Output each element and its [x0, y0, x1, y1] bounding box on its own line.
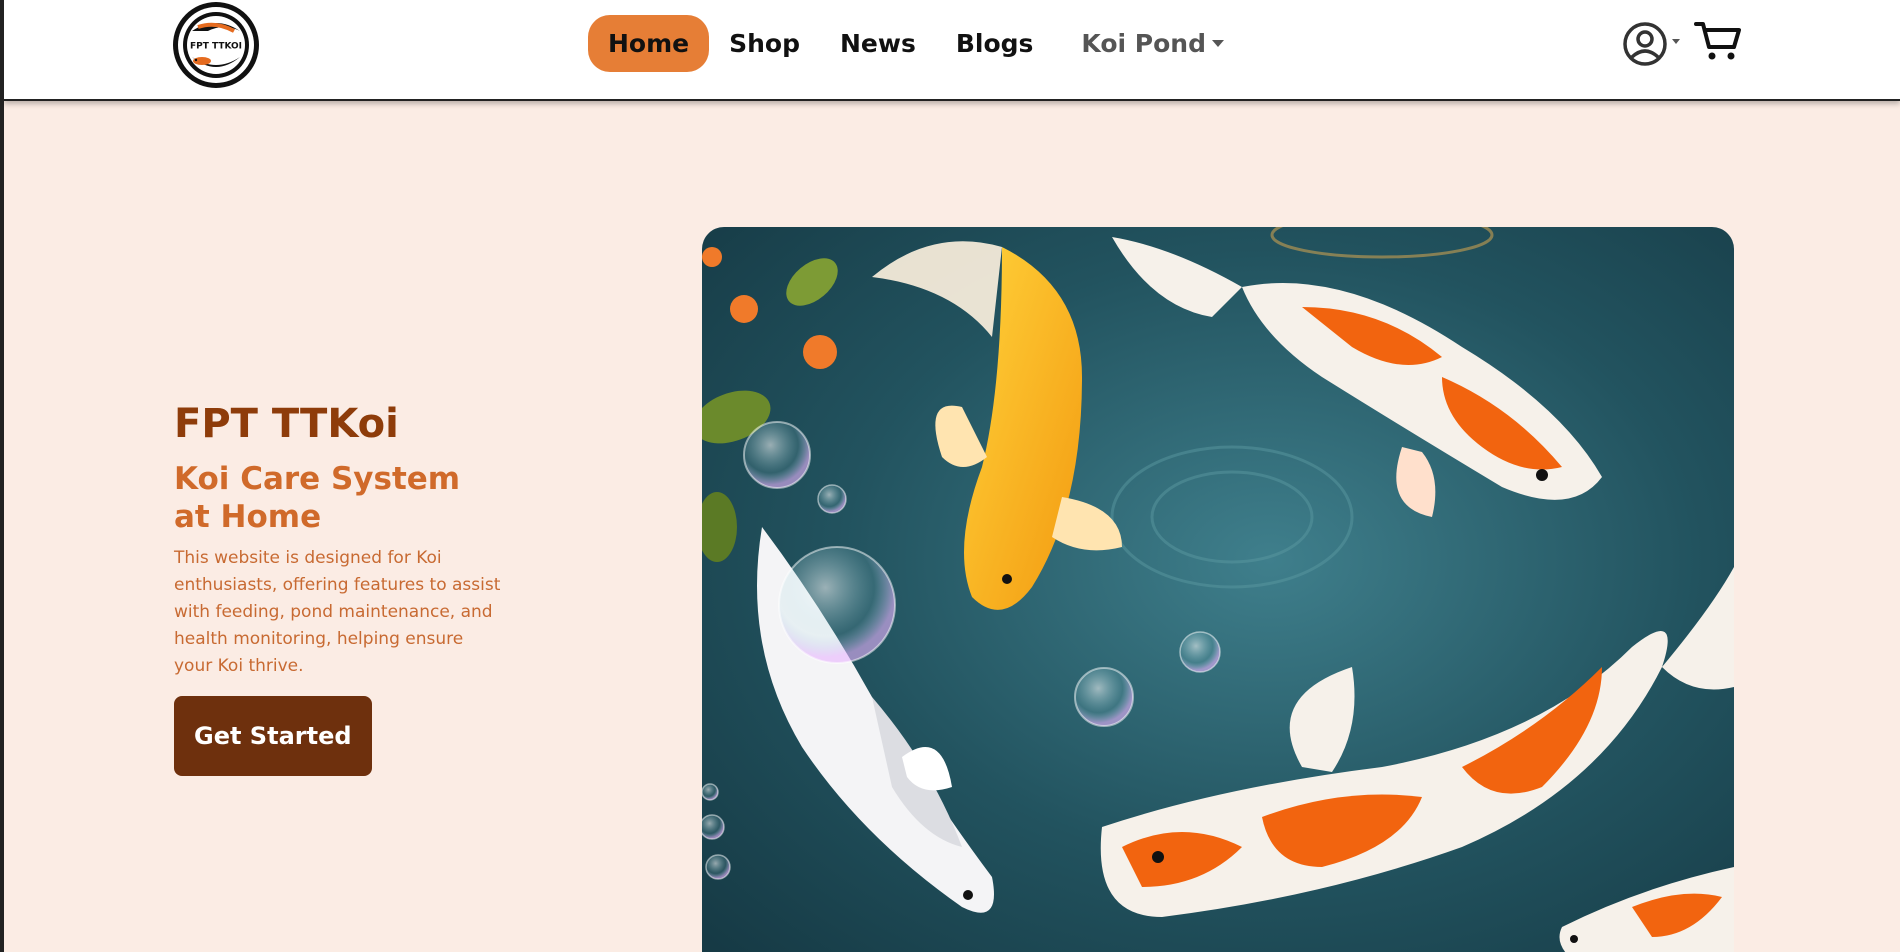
hero-subtitle: Koi Care System at Home [174, 461, 461, 535]
koi-logo-icon: FPT TTKOI [173, 2, 259, 88]
hero-description: This website is designed for Koi enthusi… [174, 547, 501, 676]
shopping-cart-icon [1694, 22, 1741, 60]
hero-section: FPT TTKoi Koi Care System at Home This w… [4, 101, 1900, 952]
nav-koi-pond-label: Koi Pond [1081, 29, 1206, 58]
koi-fish-illustration [702, 227, 1734, 952]
top-navbar: FPT TTKOI Home Shop News Blogs Koi Pond [4, 0, 1900, 101]
nav-home[interactable]: Home [588, 15, 710, 72]
site-logo[interactable]: FPT TTKOI [172, 1, 260, 89]
svg-text:FPT TTKOI: FPT TTKOI [190, 42, 242, 52]
main-nav: Home Shop News Blogs Koi Pond [588, 15, 1244, 72]
chevron-down-icon [1672, 38, 1680, 44]
hero-text: FPT TTKoi Koi Care System at Home This w… [174, 401, 504, 776]
cart-button[interactable] [1694, 20, 1742, 62]
user-circle-icon [1623, 22, 1667, 66]
nav-news[interactable]: News [820, 15, 936, 72]
hero-title: FPT TTKoi [174, 401, 399, 447]
nav-blogs[interactable]: Blogs [936, 15, 1054, 72]
user-menu-button[interactable] [1622, 20, 1682, 68]
chevron-down-icon [1212, 39, 1224, 47]
nav-koi-pond-dropdown[interactable]: Koi Pond [1061, 15, 1244, 72]
koi-pond-image [702, 227, 1734, 952]
page: FPT TTKOI Home Shop News Blogs Koi Pond [0, 0, 1900, 952]
get-started-button[interactable]: Get Started [174, 695, 372, 776]
nav-shop[interactable]: Shop [709, 15, 820, 72]
